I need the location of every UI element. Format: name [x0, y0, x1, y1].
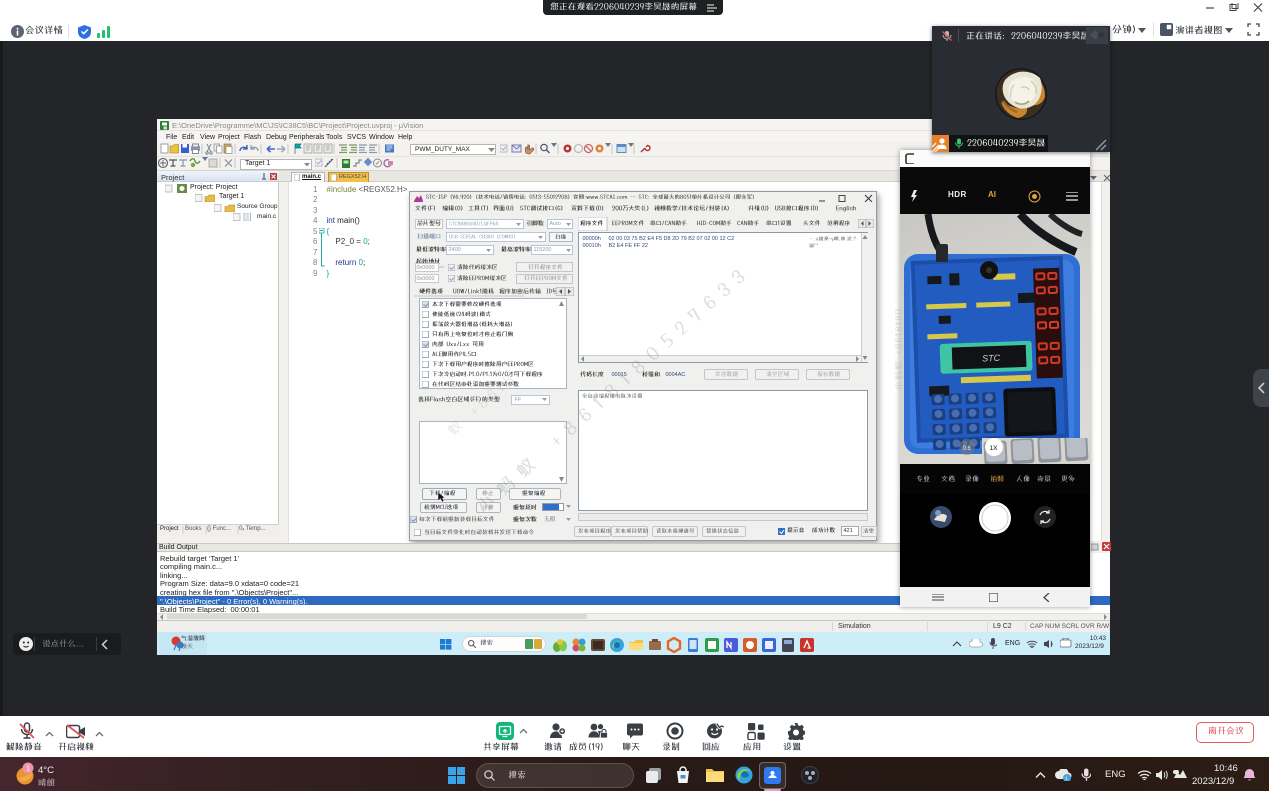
svg-text:0.6: 0.6: [963, 446, 972, 452]
svg-text:STC: STC: [982, 353, 1001, 364]
svg-text:1: 1: [26, 764, 30, 773]
svg-text:1X: 1X: [990, 445, 999, 452]
svg-text:i: i: [1066, 777, 1067, 782]
